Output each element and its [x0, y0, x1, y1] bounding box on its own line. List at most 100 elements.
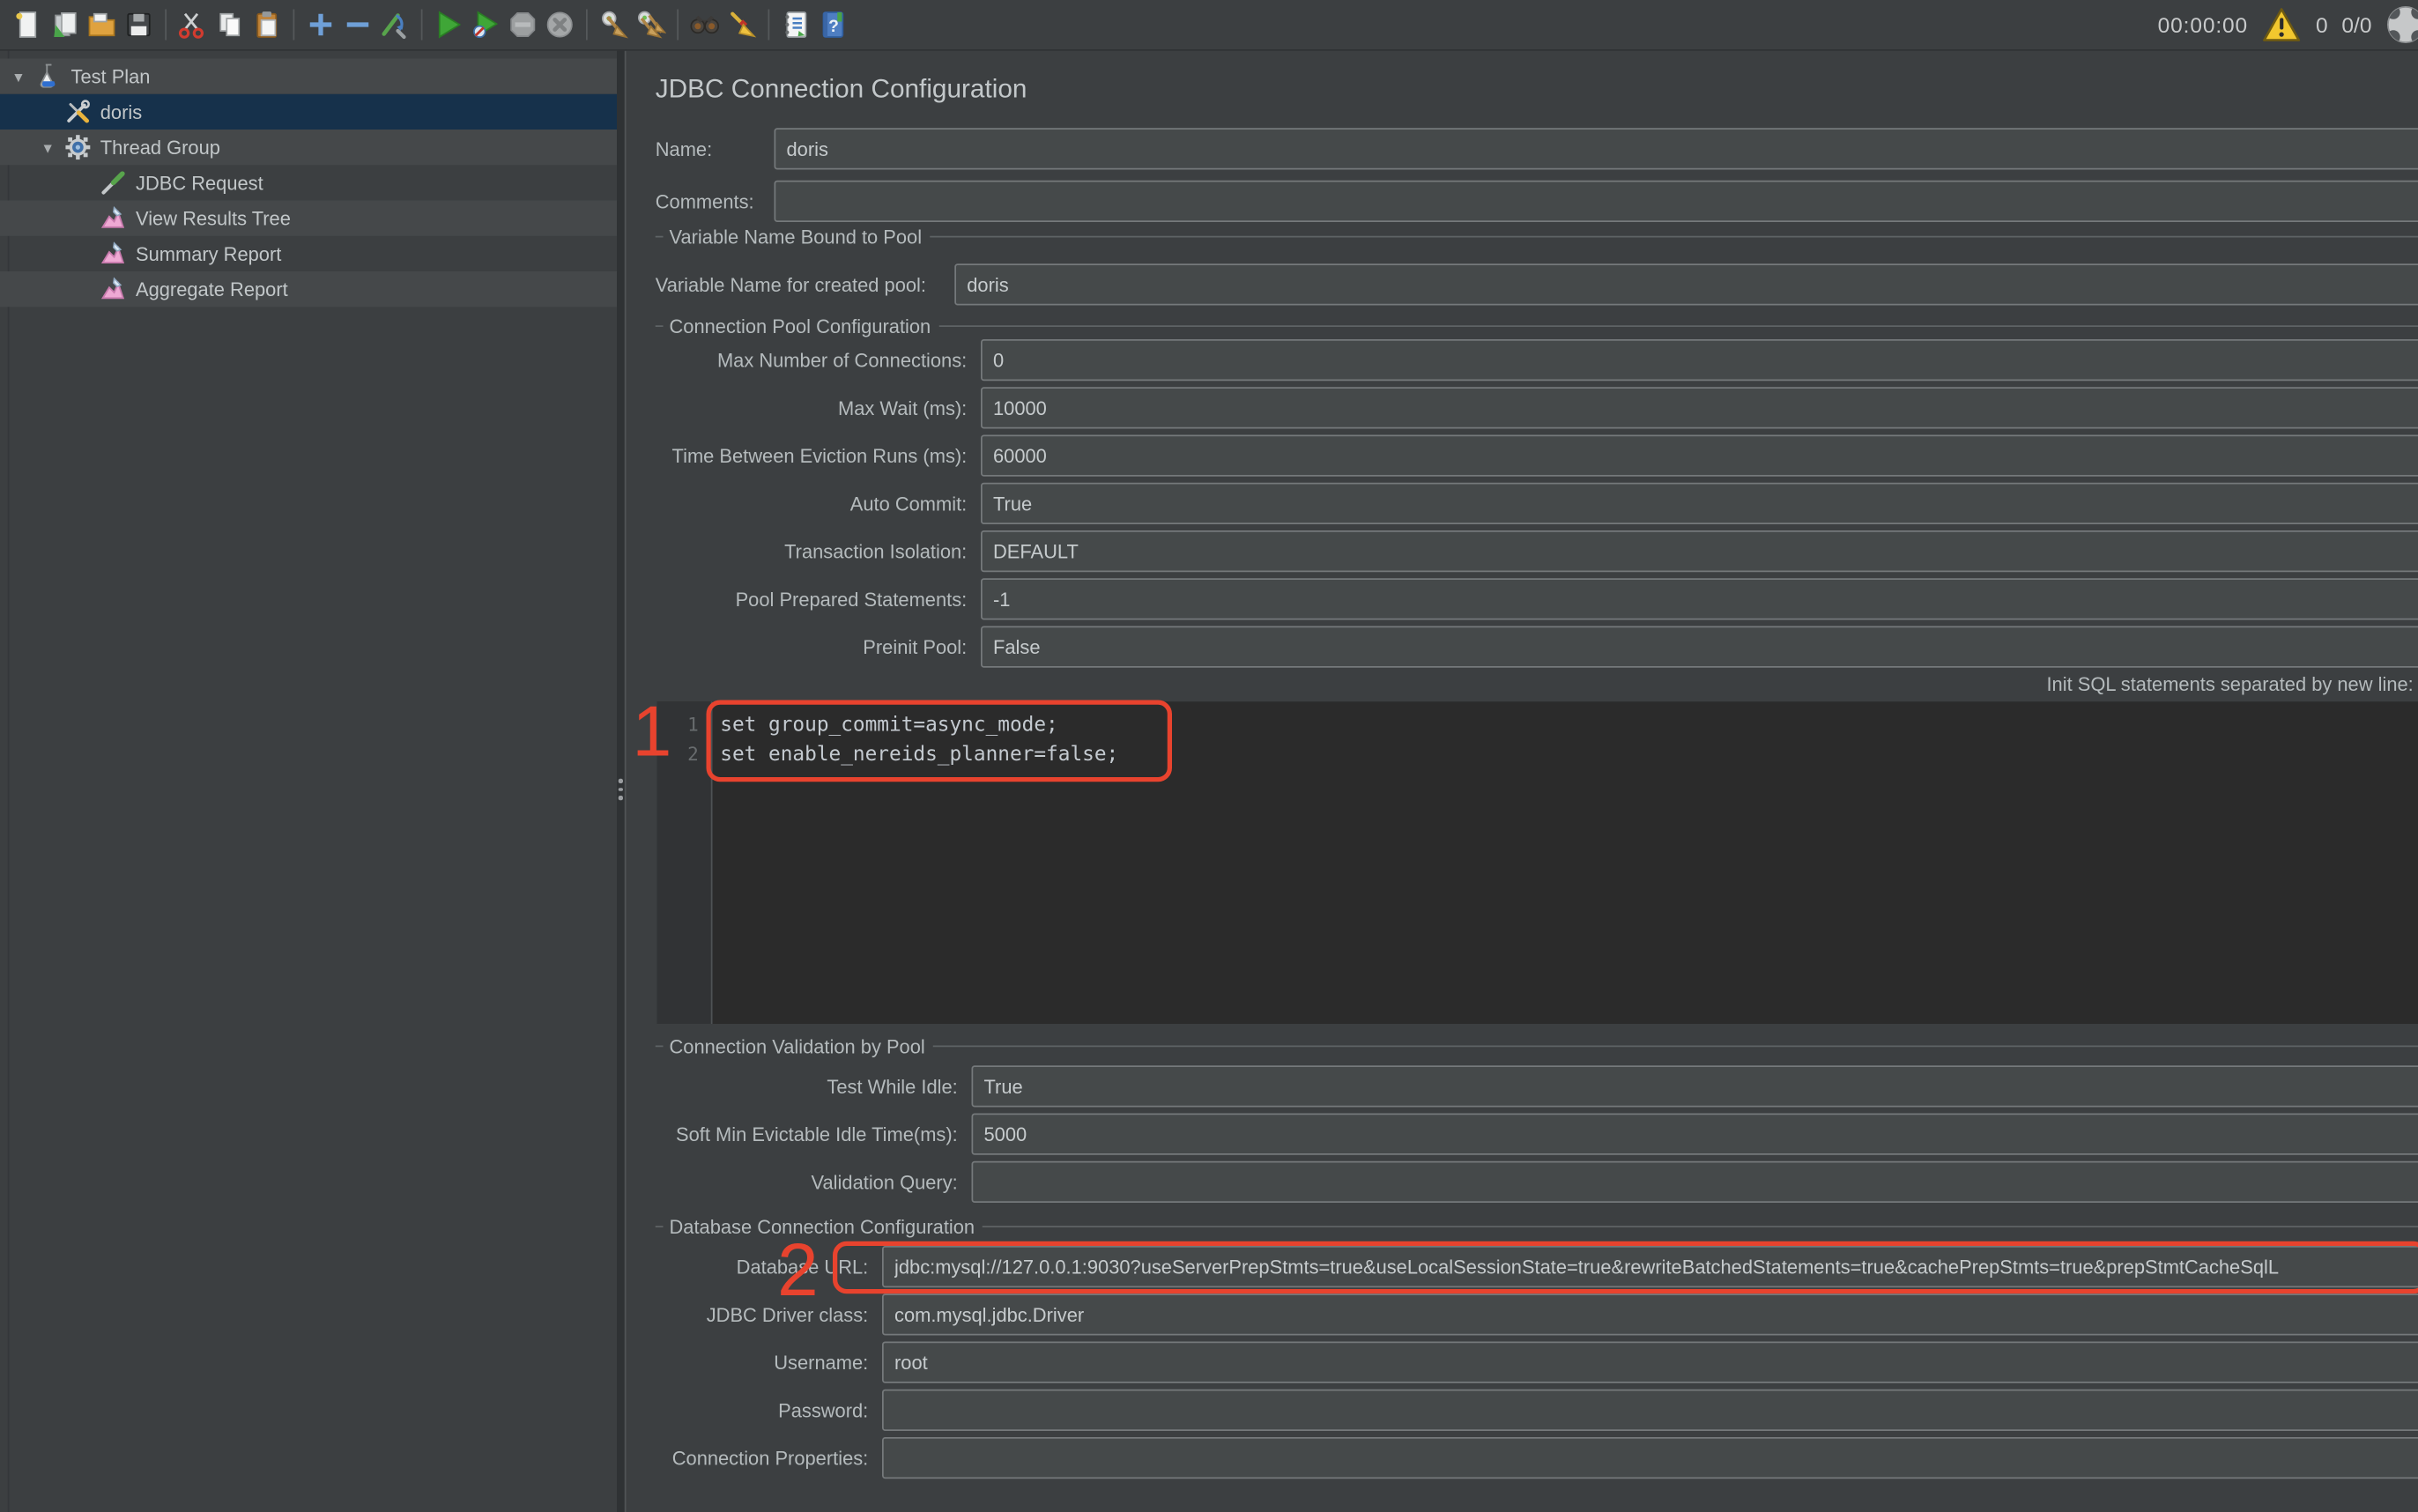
max-connections-label: Max Number of Connections:	[716, 349, 968, 371]
toolbar-separator	[768, 9, 770, 41]
test-while-idle-label: Test While Idle:	[827, 1075, 958, 1098]
comments-input[interactable]	[774, 180, 2418, 222]
section-title: Connection Pool Configuration	[669, 315, 931, 337]
init-sql-label: Init SQL statements separated by new lin…	[2046, 673, 2414, 696]
search-reset-icon[interactable]	[723, 6, 760, 43]
new-from-template-icon[interactable]	[47, 6, 84, 43]
tree-item-label: JDBC Request	[136, 172, 263, 194]
start-no-timers-icon[interactable]	[467, 6, 504, 43]
pool-variable-label: Variable Name for created pool:	[655, 273, 926, 296]
status-area: 00:00:00 0 0/0	[2158, 4, 2418, 45]
jdbc-driver-class-input[interactable]	[882, 1293, 2418, 1336]
tree-item-aggregate-report[interactable]: Aggregate Report	[0, 271, 617, 308]
active-thread-count: 0/0	[2341, 12, 2372, 37]
editor-code[interactable]: set group_commit=async_mode; set enable_…	[720, 711, 2418, 770]
editor-gutter: 1 2	[656, 701, 713, 1024]
new-file-icon[interactable]	[10, 6, 47, 43]
database-url-input[interactable]	[882, 1246, 2418, 1288]
open-file-icon[interactable]	[84, 6, 121, 43]
toolbar-separator	[420, 9, 423, 41]
eviction-runs-input[interactable]	[981, 434, 2418, 477]
splitter-grip-icon[interactable]	[618, 778, 623, 800]
validation-query-input[interactable]	[971, 1160, 2418, 1203]
test-plan-flask-icon	[34, 63, 63, 91]
max-connections-input[interactable]	[981, 339, 2418, 382]
copy-icon[interactable]	[211, 6, 248, 43]
max-wait-input[interactable]	[981, 387, 2418, 429]
clear-icon[interactable]	[596, 6, 633, 43]
comments-label: Comments:	[655, 190, 754, 212]
panel-splitter[interactable]	[617, 50, 627, 1512]
validation-query-label: Validation Query:	[811, 1171, 958, 1193]
tree-item-view-results-tree[interactable]: View Results Tree	[0, 200, 617, 236]
tree-item-doris[interactable]: doris	[0, 93, 617, 130]
start-icon[interactable]	[430, 6, 467, 43]
connection-properties-row: Connection Properties:	[656, 1437, 2418, 1479]
chevron-down-icon[interactable]: ▼	[4, 69, 34, 85]
section-connection-validation: Connection Validation by Pool	[655, 1034, 2418, 1060]
line-number: 1	[687, 714, 699, 736]
pool-variable-row: Variable Name for created pool:	[655, 263, 2418, 306]
paste-icon[interactable]	[248, 6, 286, 43]
name-input[interactable]	[774, 128, 2418, 170]
clear-all-icon[interactable]	[633, 6, 670, 43]
cut-icon[interactable]	[174, 6, 211, 43]
username-label: Username:	[774, 1351, 869, 1374]
help-icon[interactable]: ?	[814, 6, 851, 43]
section-title: Connection Validation by Pool	[669, 1035, 925, 1057]
collapse-all-icon[interactable]	[339, 6, 376, 43]
listener-chart-icon	[99, 275, 127, 303]
test-plan-tree: ▼ Test Plan doris ▼ Thread Group JDBC Re…	[0, 50, 617, 1512]
transaction-isolation-input[interactable]	[981, 530, 2418, 573]
tree-item-test-plan[interactable]: ▼ Test Plan	[0, 58, 617, 94]
chevron-down-icon[interactable]: ▼	[33, 139, 63, 155]
tree-item-jdbc-request[interactable]: JDBC Request	[0, 165, 617, 200]
eviction-runs-label: Time Between Eviction Runs (ms):	[671, 444, 968, 467]
sql-line: set group_commit=async_mode;	[720, 714, 1058, 737]
page-title: JDBC Connection Configuration	[655, 74, 1027, 104]
log-warning-icon[interactable]	[2262, 4, 2303, 45]
test-while-idle-input[interactable]	[971, 1065, 2418, 1108]
tree-item-thread-group[interactable]: ▼ Thread Group	[0, 130, 617, 166]
section-title: Variable Name Bound to Pool	[669, 226, 923, 248]
test-running-indicator-icon	[2385, 4, 2418, 45]
save-icon[interactable]	[121, 6, 158, 43]
shutdown-icon[interactable]	[541, 6, 578, 43]
log-error-count: 0	[2316, 12, 2328, 37]
password-label: Password:	[778, 1399, 869, 1421]
transaction-isolation-label: Transaction Isolation:	[784, 540, 968, 562]
jdbc-driver-class-label: JDBC Driver class:	[706, 1303, 869, 1326]
database-url-label: Database URL:	[736, 1256, 869, 1278]
preinit-pool-input[interactable]	[981, 626, 2418, 668]
toolbar-separator	[586, 9, 588, 41]
stop-icon[interactable]	[504, 6, 541, 43]
test-while-idle-row: Test While Idle:	[656, 1065, 2418, 1108]
sql-line: set enable_nereids_planner=false;	[720, 743, 1119, 767]
connection-properties-input[interactable]	[882, 1437, 2418, 1479]
jdbc-driver-class-row: JDBC Driver class:	[656, 1293, 2418, 1336]
connection-properties-label: Connection Properties:	[671, 1447, 869, 1469]
line-number: 2	[687, 743, 699, 766]
soft-min-evictable-row: Soft Min Evictable Idle Time(ms):	[656, 1113, 2418, 1155]
toggle-icon[interactable]	[376, 6, 413, 43]
pool-variable-input[interactable]	[954, 263, 2418, 306]
listener-chart-icon	[99, 204, 127, 233]
toolbar-separator	[293, 9, 295, 41]
expand-all-icon[interactable]	[302, 6, 339, 43]
function-helper-icon[interactable]	[777, 6, 814, 43]
pool-prepared-statements-input[interactable]	[981, 578, 2418, 620]
search-icon[interactable]	[686, 6, 723, 43]
password-input[interactable]	[882, 1389, 2418, 1431]
tree-item-label: doris	[100, 100, 143, 123]
soft-min-evictable-input[interactable]	[971, 1113, 2418, 1155]
preinit-pool-label: Preinit Pool:	[863, 635, 968, 658]
jdbc-connection-config-panel: JDBC Connection Configuration Name: Comm…	[626, 50, 2418, 1512]
tree-item-label: Test Plan	[70, 65, 151, 87]
sampler-dropper-icon	[99, 169, 127, 197]
auto-commit-input[interactable]	[981, 482, 2418, 524]
init-sql-editor[interactable]: 1 2 set group_commit=async_mode; set ena…	[656, 701, 2418, 1024]
username-input[interactable]	[882, 1341, 2418, 1383]
jmeter-window: ? 00:00:00 0 0/0 ▼ Test Plan doris ▼ Thr…	[0, 0, 2418, 1512]
soft-min-evictable-label: Soft Min Evictable Idle Time(ms):	[676, 1123, 958, 1145]
tree-item-summary-report[interactable]: Summary Report	[0, 236, 617, 271]
